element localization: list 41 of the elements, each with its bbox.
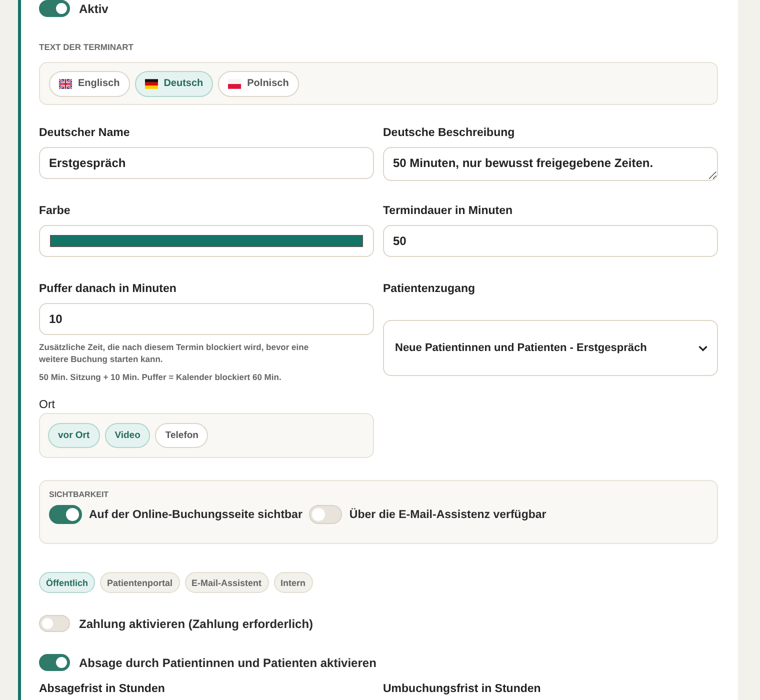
toggle-switch[interactable] [39, 0, 70, 17]
field-label: Deutscher Name [39, 127, 131, 140]
duration-field[interactable]: 50 [383, 225, 718, 257]
location-chip[interactable]: Telefon [155, 423, 208, 448]
toggle-label: Aktiv [79, 2, 108, 16]
field-label: Ort [39, 399, 56, 411]
location-chip[interactable]: Video [104, 423, 150, 448]
toggle-switch[interactable] [49, 505, 82, 524]
flag-icon [228, 78, 242, 88]
language-tab[interactable]: Englisch [49, 70, 130, 96]
toggle-label: Zahlung aktivieren (Zahlung erforderlich) [79, 616, 314, 630]
language-tab[interactable]: Polnisch [218, 70, 299, 96]
field-label: Patientenzugang [383, 283, 476, 296]
channel-chip[interactable]: Intern [274, 572, 313, 593]
field-label: Absagefrist in Stunden [39, 683, 166, 696]
channel-chip[interactable]: Öffentlich [39, 572, 95, 593]
description-field[interactable]: 50 Minuten, nur bewusst freigegebene Zeiten. [383, 147, 718, 181]
section-heading: SICHTBARKEIT [49, 490, 110, 499]
toggle-label: Absage durch Patientinnen und Patienten aktivieren [79, 656, 376, 670]
summary-text: 50 Min. Sitzung + 10 Min. Puffer = Kalender blockiert 60 Min. [39, 371, 282, 383]
chevron-down-icon [698, 344, 708, 352]
toggle-label: Auf der Online-Buchungsseite sichtbar [89, 508, 302, 520]
field-label: Umbuchungsfrist in Stunden [383, 683, 542, 696]
flag-icon [144, 78, 158, 88]
toggle-label: Über die E-Mail-Assistenz verfügbar [349, 508, 546, 520]
name-field[interactable]: Erstgespräch [39, 147, 374, 179]
channel-chip[interactable]: Patientenportal [100, 572, 180, 593]
language-tab[interactable]: Deutsch [134, 70, 214, 96]
color-field[interactable] [39, 225, 374, 257]
field-label: Puffer danach in Minuten [39, 283, 178, 296]
field-label: Deutsche Beschreibung [383, 127, 516, 140]
toggle-switch[interactable] [39, 654, 70, 671]
channel-chip[interactable]: E-Mail-Assistent [184, 572, 269, 593]
buffer-field[interactable]: 10 [39, 303, 374, 335]
patient-access-select[interactable]: Neue Patientinnen und Patienten - Erstgespräch [383, 320, 718, 376]
flag-icon [59, 78, 72, 88]
location-chip[interactable]: vor Ort [48, 423, 100, 448]
field-label: Termindauer in Minuten [383, 205, 514, 218]
help-text: Zusätzliche Zeit, die nach diesem Termin blockiert wird, bevor eine weitere Buchung starten kann. [39, 341, 310, 365]
field-label: Farbe [39, 205, 72, 218]
section-heading: TEXT DER TERMINART [39, 42, 134, 52]
